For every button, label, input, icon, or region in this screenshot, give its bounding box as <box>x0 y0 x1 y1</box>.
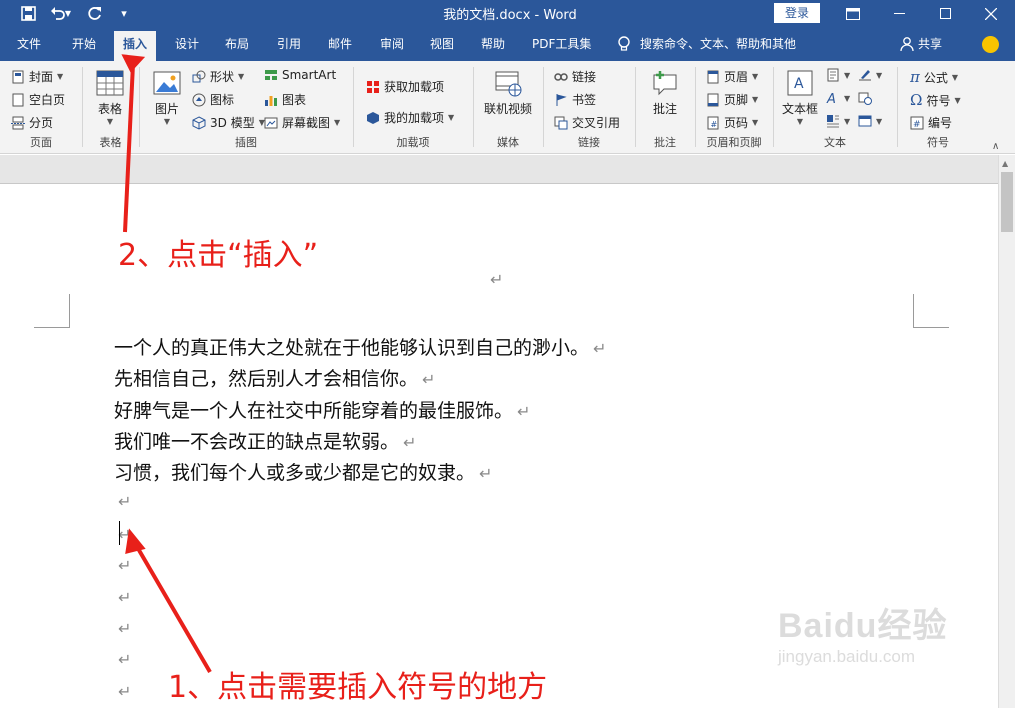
annotation-step-2: 2、点击“插入” <box>118 238 319 273</box>
baidu-watermark: Baidu经验 jingyan.baidu.com <box>778 598 947 667</box>
annotation-step-1: 1、点击需要插入符号的地方 <box>168 670 548 705</box>
word-window: ▼ ▾ 我的文档.docx - Word 登录 文件 开始 插入 设计 布局 引… <box>0 0 1015 708</box>
watermark-brand: Baidu经验 <box>778 607 948 645</box>
watermark-url: jingyan.baidu.com <box>778 647 916 666</box>
